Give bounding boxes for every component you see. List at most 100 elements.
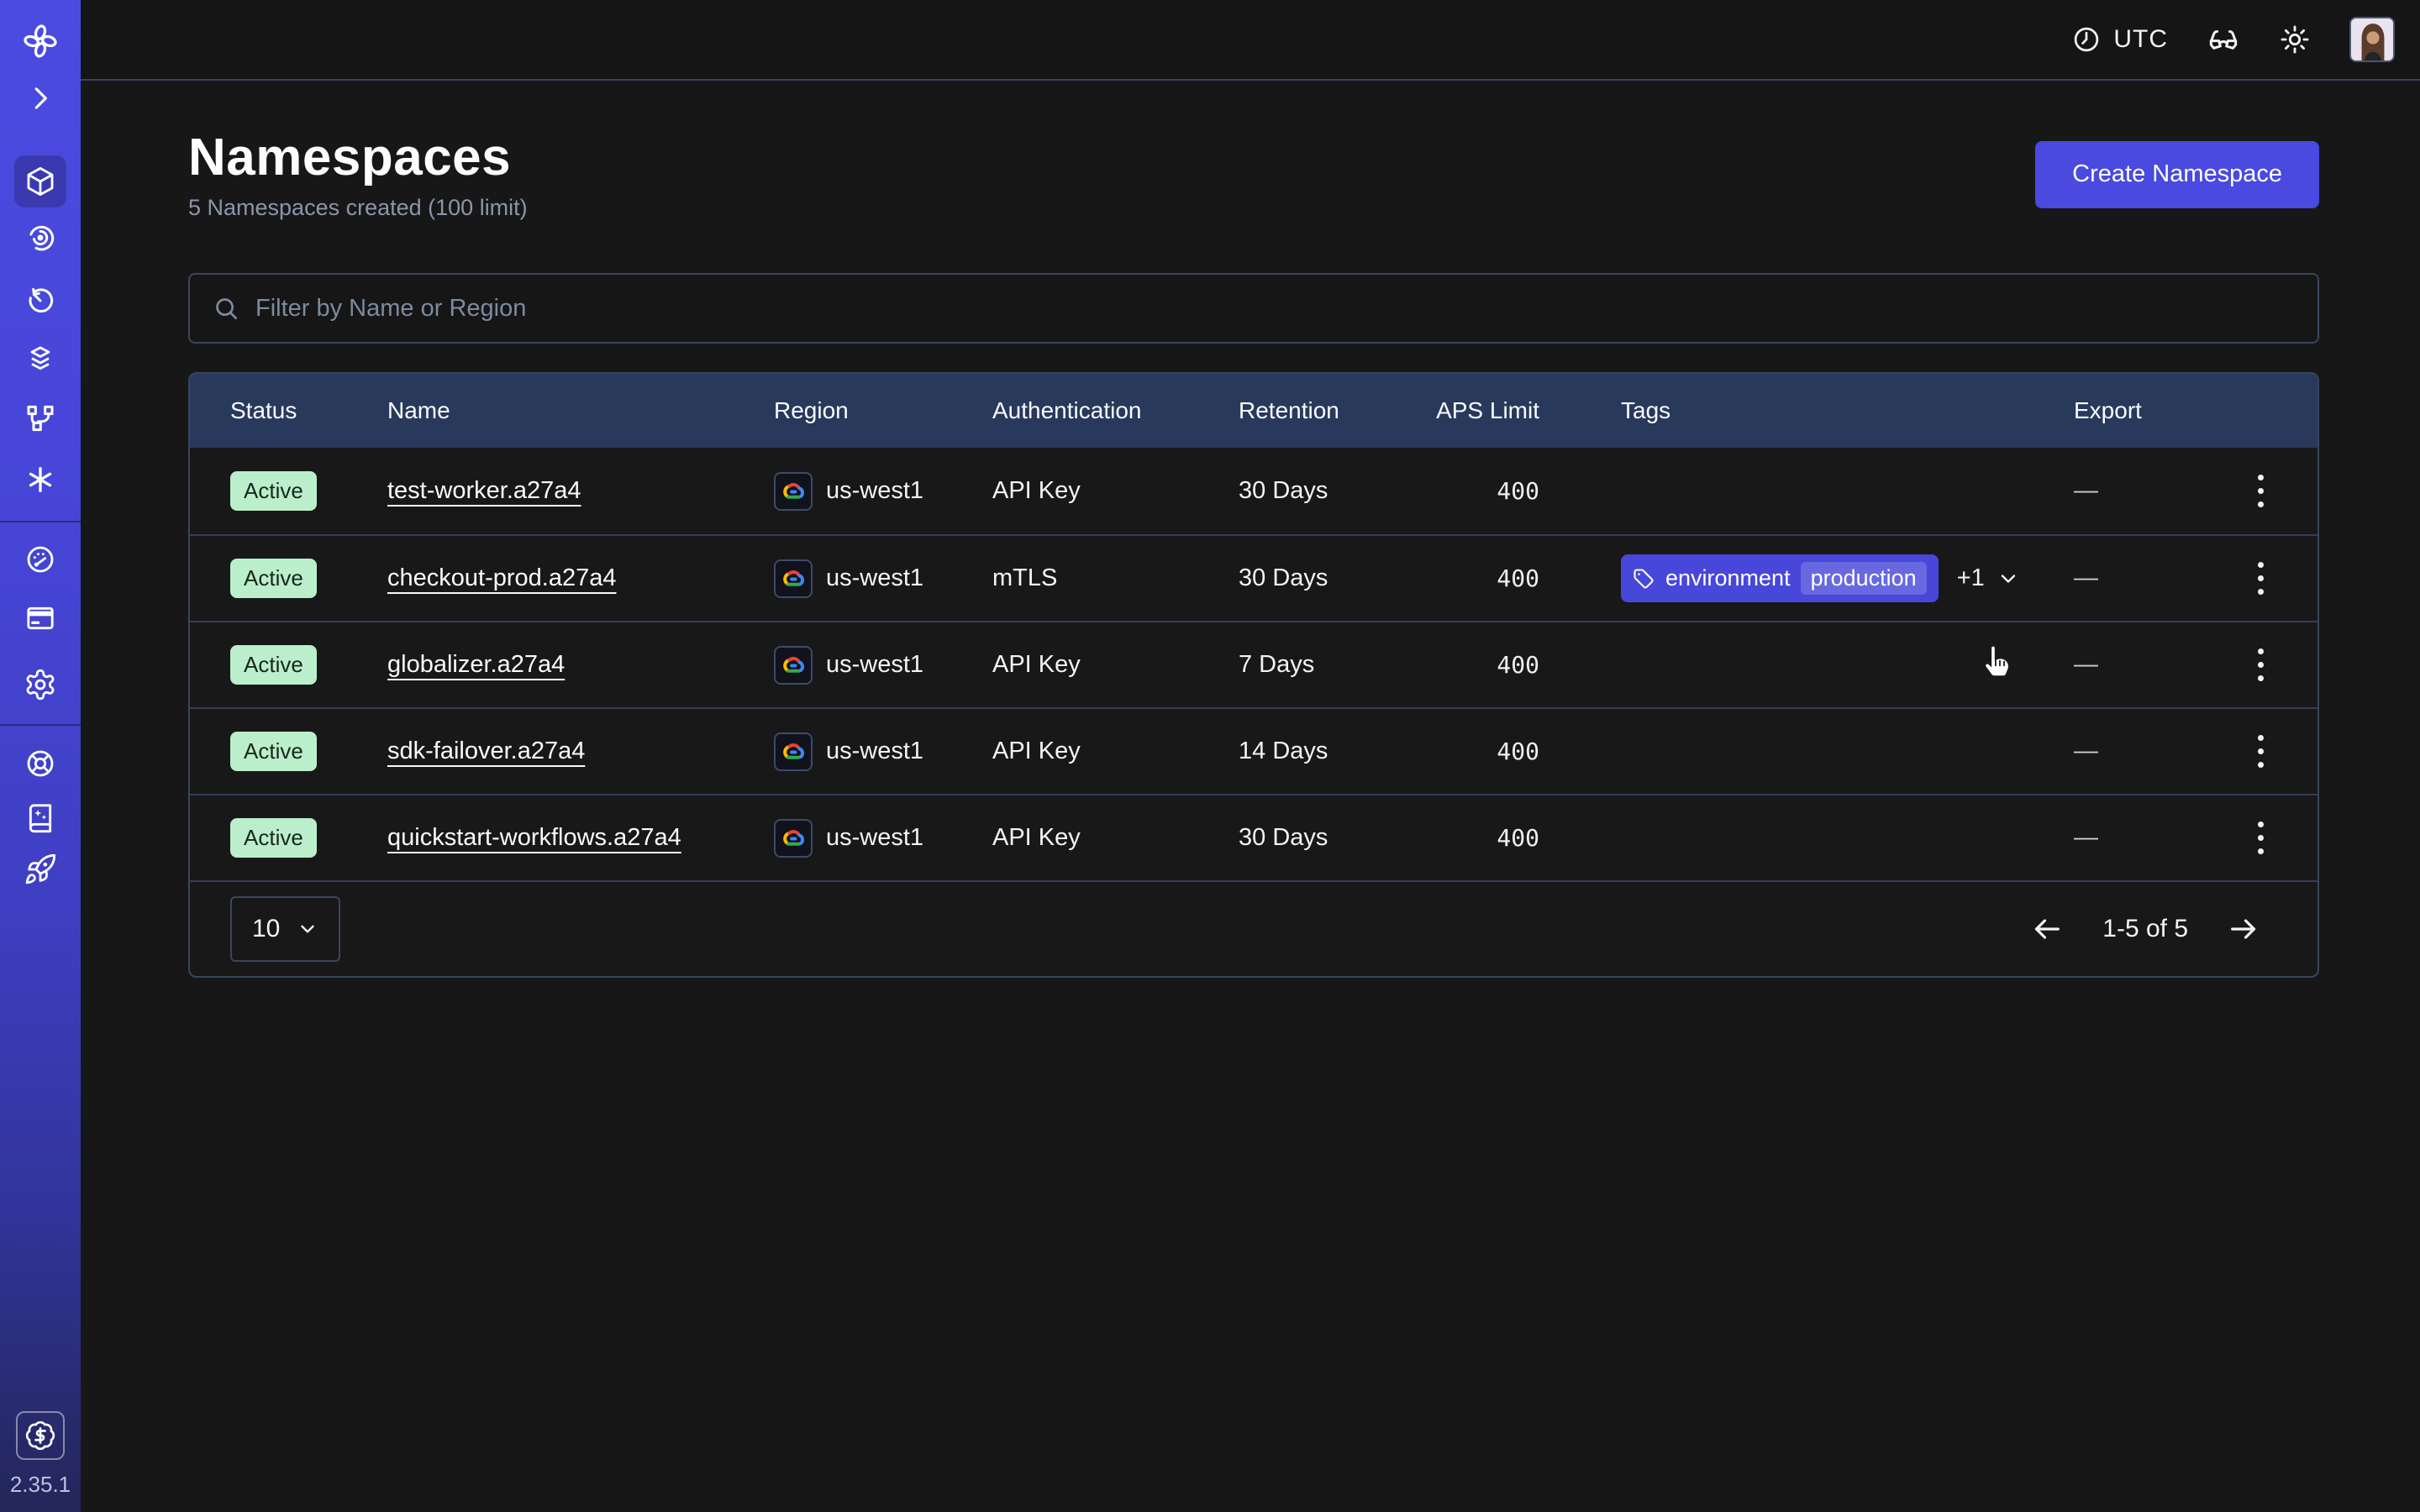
actions-cell — [2200, 727, 2319, 776]
glasses-icon[interactable] — [2207, 23, 2240, 56]
temporal-logo[interactable] — [21, 22, 60, 60]
tags-expand-button[interactable] — [1996, 567, 2020, 591]
google-cloud-icon — [774, 646, 813, 685]
export-cell: — — [2074, 564, 2200, 592]
retention-cell: 30 Days — [1239, 564, 1430, 592]
name-cell: globalizer.a27a4 — [387, 651, 774, 679]
row-menu-button[interactable] — [2249, 554, 2272, 603]
namespace-link[interactable]: globalizer.a27a4 — [387, 651, 565, 679]
status-cell: Active — [230, 818, 387, 858]
deployments-layers-icon[interactable] — [24, 343, 57, 376]
region-label: us-west1 — [826, 564, 923, 592]
row-menu-button[interactable] — [2249, 727, 2272, 776]
pagination: 1-5 of 5 — [2030, 912, 2260, 946]
page-title: Namespaces — [188, 128, 528, 188]
workflows-rings-icon[interactable] — [24, 221, 57, 255]
actions-cell — [2200, 466, 2319, 516]
chevron-down-icon — [1996, 567, 2020, 591]
sidebar: 2.35.1 — [0, 0, 81, 1512]
arrow-right-icon — [2227, 912, 2260, 946]
row-menu-button[interactable] — [2249, 466, 2272, 516]
table-row: Active checkout-prod.a27a4 us-west1 mTLS… — [190, 534, 2317, 621]
retention-timer-icon[interactable] — [24, 284, 57, 318]
timezone-button[interactable]: UTC — [2071, 24, 2168, 55]
column-header-authentication: Authentication — [992, 397, 1239, 424]
name-cell: quickstart-workflows.a27a4 — [387, 824, 774, 852]
google-cloud-icon — [774, 819, 813, 858]
name-cell: sdk-failover.a27a4 — [387, 738, 774, 765]
sidebar-divider — [0, 724, 81, 726]
tag-overflow-count: +1 — [1957, 564, 1985, 592]
previous-page-button[interactable] — [2030, 912, 2064, 946]
status-cell: Active — [230, 645, 387, 685]
page-subtitle: 5 Namespaces created (100 limit) — [188, 195, 528, 221]
filter-input[interactable] — [255, 295, 2296, 323]
billing-card-icon[interactable] — [24, 601, 57, 635]
aps-limit-cell: 400 — [1430, 824, 1621, 852]
aps-limit-cell: 400 — [1430, 477, 1621, 505]
tag-value: production — [1801, 562, 1927, 595]
sidebar-divider — [0, 521, 81, 522]
export-cell: — — [2074, 824, 2200, 852]
namespace-link[interactable]: checkout-prod.a27a4 — [387, 564, 616, 592]
name-cell: test-worker.a27a4 — [387, 477, 774, 505]
table-row: Active test-worker.a27a4 us-west1 API Ke… — [190, 448, 2317, 534]
support-lifebuoy-icon[interactable] — [24, 747, 57, 780]
google-cloud-icon — [774, 732, 813, 771]
create-namespace-button[interactable]: Create Namespace — [2035, 141, 2319, 208]
status-badge: Active — [230, 645, 317, 685]
expand-chevron-icon[interactable] — [24, 82, 56, 114]
page-size-value: 10 — [252, 915, 280, 943]
search-icon — [212, 294, 240, 323]
table-row: Active sdk-failover.a27a4 us-west1 API K… — [190, 707, 2317, 794]
settings-gear-icon[interactable] — [24, 668, 57, 701]
tags-cell: environment production +1 — [1621, 554, 2074, 602]
nexus-branch-icon[interactable] — [24, 402, 57, 435]
namespace-link[interactable]: quickstart-workflows.a27a4 — [387, 824, 681, 852]
table-row: Active globalizer.a27a4 us-west1 API Key… — [190, 621, 2317, 707]
aps-limit-cell: 400 — [1430, 738, 1621, 765]
status-badge: Active — [230, 818, 317, 858]
topbar: UTC — [81, 0, 2420, 81]
export-cell: — — [2074, 738, 2200, 765]
next-page-button[interactable] — [2227, 912, 2260, 946]
usage-gauge-icon[interactable] — [24, 543, 57, 576]
actions-cell — [2200, 554, 2319, 603]
arrow-left-icon — [2030, 912, 2064, 946]
sun-icon[interactable] — [2279, 24, 2311, 55]
column-header-status: Status — [230, 397, 387, 424]
tag-pill[interactable]: environment production — [1621, 554, 1939, 602]
region-label: us-west1 — [826, 477, 923, 505]
column-header-region: Region — [774, 397, 992, 424]
column-header-export: Export — [2074, 397, 2200, 424]
row-menu-button[interactable] — [2249, 813, 2272, 863]
batch-asterisk-icon[interactable] — [24, 463, 57, 496]
avatar[interactable] — [2349, 17, 2395, 62]
region-cell: us-west1 — [774, 732, 992, 771]
status-badge: Active — [230, 559, 317, 598]
namespaces-cube-icon[interactable] — [14, 155, 66, 207]
docs-book-icon[interactable] — [24, 801, 57, 834]
filter-bar[interactable] — [188, 273, 2319, 344]
namespace-link[interactable]: sdk-failover.a27a4 — [387, 738, 585, 765]
plan-dollar-badge-icon[interactable] — [16, 1411, 65, 1460]
status-badge: Active — [230, 732, 317, 771]
table-footer: 10 1-5 of 5 — [190, 880, 2317, 976]
authentication-cell: API Key — [992, 738, 1239, 765]
authentication-cell: API Key — [992, 477, 1239, 505]
namespaces-table: Status Name Region Authentication Retent… — [188, 372, 2319, 978]
export-cell: — — [2074, 651, 2200, 679]
region-label: us-west1 — [826, 738, 923, 765]
column-header-retention: Retention — [1239, 397, 1430, 424]
row-menu-button[interactable] — [2249, 640, 2272, 690]
page-size-select[interactable]: 10 — [230, 896, 340, 962]
namespace-link[interactable]: test-worker.a27a4 — [387, 477, 581, 505]
retention-cell: 30 Days — [1239, 824, 1430, 852]
version-label: 2.35.1 — [0, 1472, 81, 1498]
actions-cell — [2200, 640, 2319, 690]
getting-started-rocket-icon[interactable] — [24, 853, 57, 886]
tag-icon — [1632, 567, 1655, 591]
status-cell: Active — [230, 559, 387, 598]
aps-limit-cell: 400 — [1430, 564, 1621, 592]
retention-cell: 7 Days — [1239, 651, 1430, 679]
